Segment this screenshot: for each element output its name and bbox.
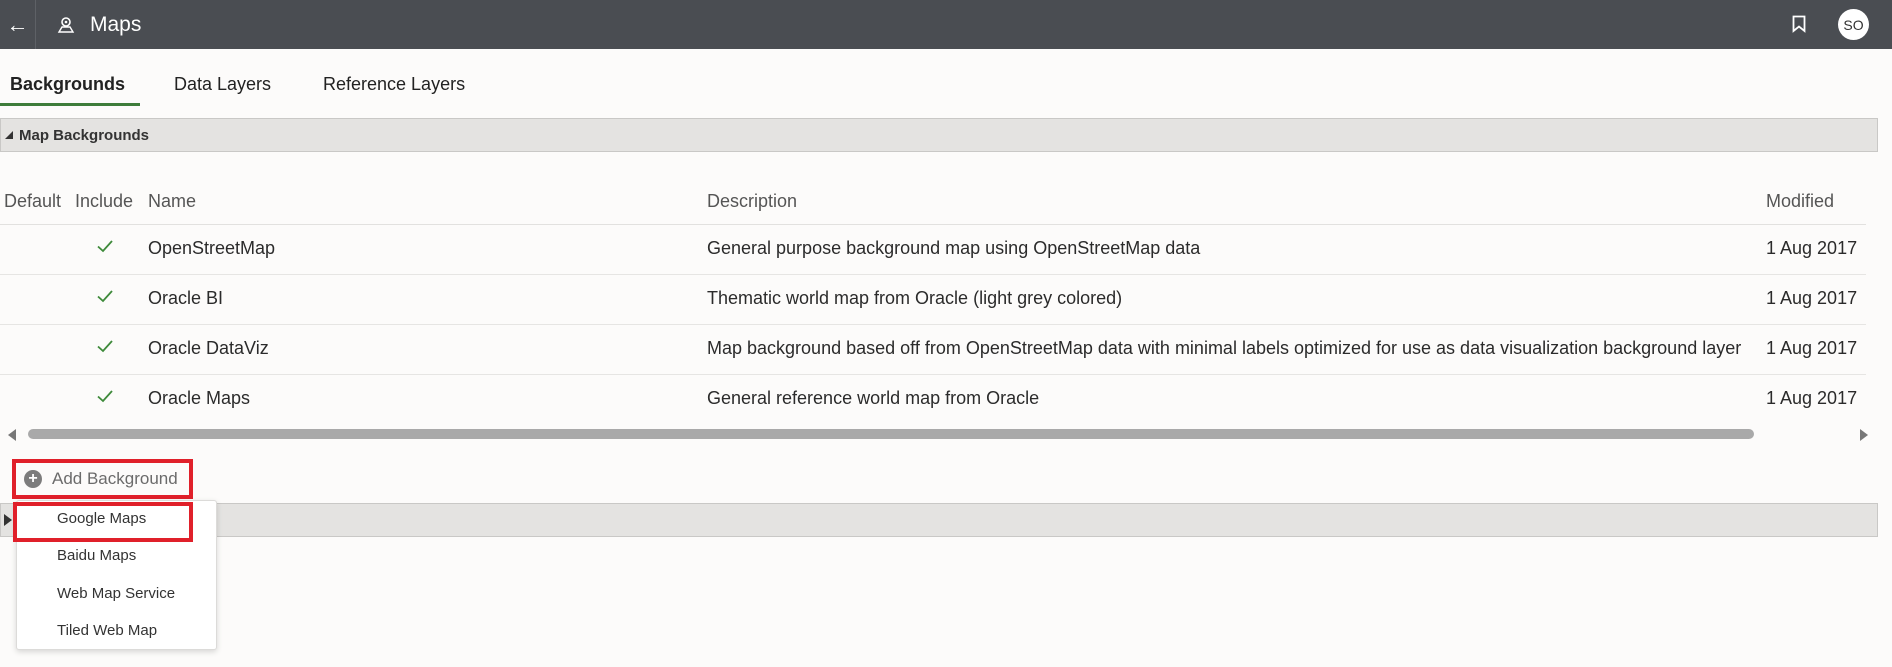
check-icon <box>97 340 113 353</box>
scroll-left-icon[interactable] <box>8 429 16 441</box>
row-name: Oracle DataViz <box>148 338 269 358</box>
scroll-right-icon[interactable] <box>1860 429 1868 441</box>
row-description: General purpose background map using Ope… <box>707 238 1201 258</box>
check-icon <box>97 290 113 303</box>
column-header-default[interactable]: Default <box>4 191 61 212</box>
avatar[interactable]: SO <box>1838 9 1869 40</box>
section-map-backgrounds[interactable]: Map Backgrounds <box>0 118 1878 152</box>
collapse-triangle-icon <box>5 131 13 139</box>
row-modified: 1 Aug 2017 <box>1766 338 1858 358</box>
add-background-label: Add Background <box>52 469 178 488</box>
tab-backgrounds[interactable]: Backgrounds <box>0 74 140 106</box>
tab-reference-layers[interactable]: Reference Layers <box>323 74 465 106</box>
menu-item-web-map-service[interactable]: Web Map Service <box>57 585 175 602</box>
add-background-button[interactable]: + Add Background <box>12 459 193 499</box>
column-header-description[interactable]: Description <box>707 191 797 212</box>
section-title: Map Backgrounds <box>19 126 150 144</box>
check-icon <box>97 240 113 253</box>
expand-triangle-icon <box>4 514 12 526</box>
row-modified: 1 Aug 2017 <box>1766 288 1858 308</box>
row-description: Map background based off from OpenStreet… <box>707 338 1742 358</box>
row-description: Thematic world map from Oracle (light gr… <box>707 288 1123 308</box>
column-header-include[interactable]: Include <box>75 191 133 212</box>
add-circle-icon: + <box>24 470 42 488</box>
map-pin-icon <box>56 15 76 35</box>
table-row[interactable]: OpenStreetMap General purpose background… <box>0 225 1866 275</box>
row-name: Oracle Maps <box>148 388 251 408</box>
row-description: General reference world map from Oracle <box>707 388 1040 408</box>
table-row[interactable]: Oracle BI Thematic world map from Oracle… <box>0 275 1866 325</box>
table-header: Default Include Name Description Modifie… <box>0 180 1866 225</box>
horizontal-scrollbar[interactable] <box>8 426 1868 442</box>
table-row[interactable]: Oracle DataViz Map background based off … <box>0 325 1866 375</box>
highlight-box <box>13 502 193 542</box>
top-bar: ← Maps SO <box>0 0 1892 49</box>
scrollbar-thumb[interactable] <box>28 429 1754 439</box>
bookmark-icon[interactable] <box>1788 12 1810 36</box>
menu-item-tiled-web-map[interactable]: Tiled Web Map <box>57 622 157 639</box>
row-name: OpenStreetMap <box>148 238 276 258</box>
row-name: Oracle BI <box>148 288 224 308</box>
row-modified: 1 Aug 2017 <box>1766 388 1858 408</box>
backgrounds-table: Default Include Name Description Modifie… <box>0 180 1866 425</box>
menu-item-baidu-maps[interactable]: Baidu Maps <box>57 547 136 564</box>
table-row[interactable]: Oracle Maps General reference world map … <box>0 375 1866 425</box>
tab-bar: Backgrounds Data Layers Reference Layers <box>0 49 1892 106</box>
back-button[interactable]: ← <box>0 0 36 49</box>
tab-data-layers[interactable]: Data Layers <box>174 74 271 106</box>
column-header-modified[interactable]: Modified <box>1766 191 1834 212</box>
page-title: Maps <box>90 12 142 36</box>
row-modified: 1 Aug 2017 <box>1766 238 1858 258</box>
check-icon <box>97 390 113 403</box>
section-collapsed[interactable] <box>0 503 1878 537</box>
column-header-name[interactable]: Name <box>148 191 196 212</box>
